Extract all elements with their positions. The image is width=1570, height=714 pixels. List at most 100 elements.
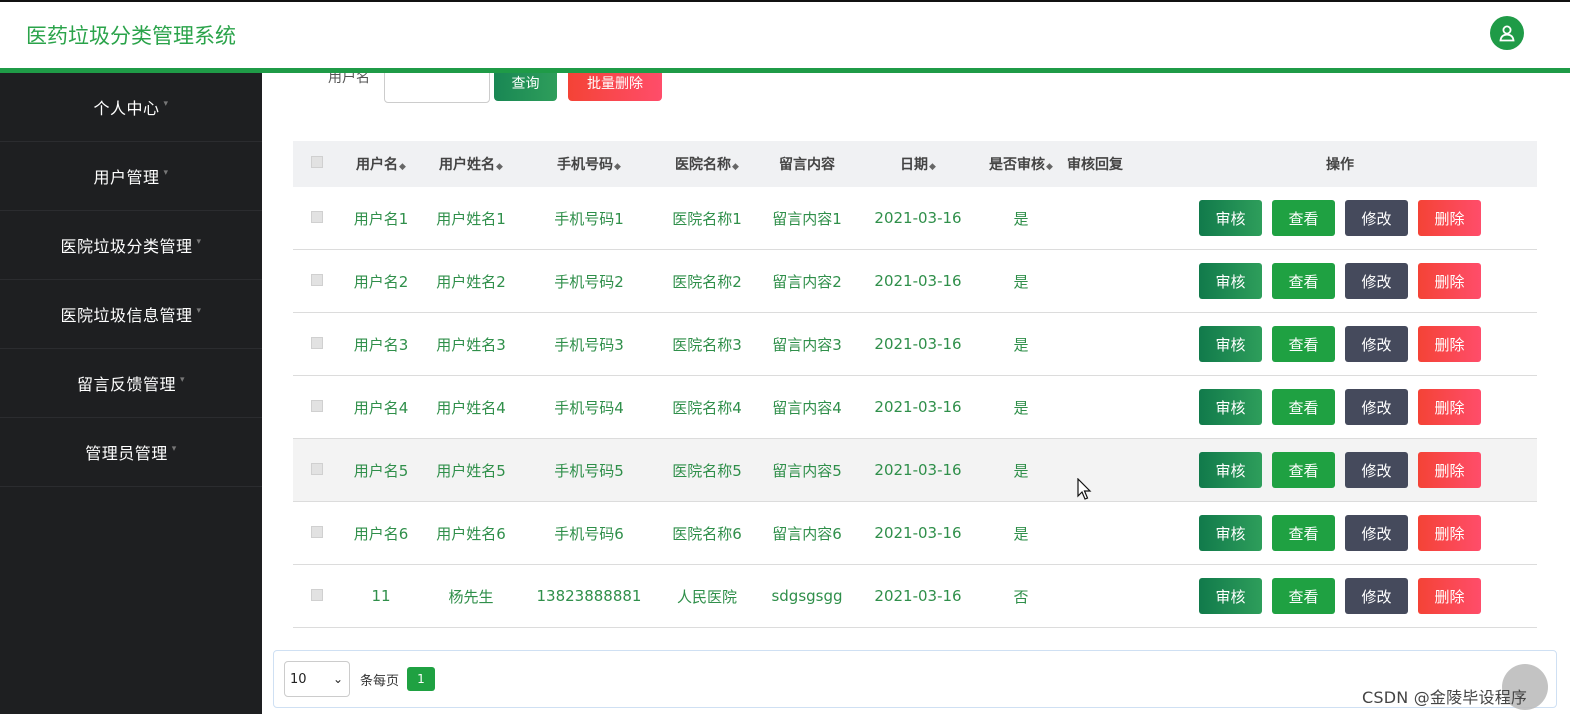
cell-audited: 否	[1013, 587, 1029, 606]
header-label: 用户名	[356, 157, 399, 173]
cell-message: 留言内容6	[772, 524, 842, 543]
username-search-input[interactable]	[384, 73, 490, 103]
select-all-checkbox[interactable]	[311, 156, 323, 168]
table-row: 用户名4 用户姓名4 手机号码4 医院名称4 留言内容4 2021-03-16 …	[293, 376, 1537, 439]
row-actions: 审核 查看 修改 删除	[1143, 578, 1537, 614]
audit-button[interactable]: 审核	[1199, 263, 1262, 299]
watermark: CSDN @金陵毕设程序	[1362, 688, 1528, 707]
row-checkbox[interactable]	[311, 400, 323, 412]
edit-button[interactable]: 修改	[1345, 515, 1408, 551]
edit-button[interactable]: 修改	[1345, 263, 1408, 299]
table-row: 用户名2 用户姓名2 手机号码2 医院名称2 留言内容2 2021-03-16 …	[293, 250, 1537, 313]
view-button[interactable]: 查看	[1272, 200, 1335, 236]
audit-button[interactable]: 审核	[1199, 200, 1262, 236]
cell-date: 2021-03-16	[874, 335, 962, 353]
edit-button[interactable]: 修改	[1345, 200, 1408, 236]
table-row: 11 杨先生 13823888881 人民医院 sdgsgsgg 2021-03…	[293, 565, 1537, 628]
audit-button[interactable]: 审核	[1199, 515, 1262, 551]
row-checkbox[interactable]	[311, 463, 323, 475]
cell-realname: 杨先生	[448, 587, 494, 606]
cell-username: 用户名5	[353, 461, 409, 480]
cell-hospital: 医院名称3	[672, 335, 742, 354]
page-size-value: 10	[290, 671, 307, 687]
row-checkbox[interactable]	[311, 211, 323, 223]
cell-realname: 用户姓名3	[436, 335, 506, 354]
row-select-cell	[293, 524, 341, 542]
edit-button[interactable]: 修改	[1345, 578, 1408, 614]
header-realname[interactable]: 用户姓名◆	[421, 154, 521, 174]
cell-date: 2021-03-16	[874, 209, 962, 227]
sidebar-item-personal-center[interactable]: 个人中心 ▾	[0, 73, 262, 142]
edit-button[interactable]: 修改	[1345, 452, 1408, 488]
header-label: 用户姓名	[439, 157, 496, 173]
page-button-current[interactable]: 1	[407, 667, 435, 691]
sidebar-item-admin[interactable]: 管理员管理 ▾	[0, 418, 262, 487]
batch-delete-button[interactable]: 批量删除	[568, 73, 662, 101]
cell-message: 留言内容5	[772, 461, 842, 480]
cell-username: 用户名3	[353, 335, 409, 354]
row-actions: 审核 查看 修改 删除	[1143, 452, 1537, 488]
sidebar-item-label: 医院垃圾分类管理	[60, 237, 193, 256]
cell-hospital: 人民医院	[676, 587, 737, 606]
view-button[interactable]: 查看	[1272, 578, 1335, 614]
edit-button[interactable]: 修改	[1345, 326, 1408, 362]
cell-username: 用户名4	[353, 398, 409, 417]
audit-button[interactable]: 审核	[1199, 452, 1262, 488]
sort-icon: ◆	[496, 162, 503, 172]
row-actions: 审核 查看 修改 删除	[1143, 200, 1537, 236]
delete-button[interactable]: 删除	[1418, 515, 1481, 551]
chevron-down-icon: ⌄	[332, 672, 343, 686]
header-hospital[interactable]: 医院名称◆	[657, 154, 757, 174]
sidebar: 个人中心 ▾ 用户管理 ▾ 医院垃圾分类管理 ▾ 医院垃圾信息管理 ▾ 留言反馈管理 ▾ …	[0, 73, 262, 714]
delete-button[interactable]: 删除	[1418, 578, 1481, 614]
sidebar-item-waste-info[interactable]: 医院垃圾信息管理 ▾	[0, 280, 262, 349]
sidebar-item-user-management[interactable]: 用户管理 ▾	[0, 142, 262, 211]
view-button[interactable]: 查看	[1272, 515, 1335, 551]
cell-message: 留言内容3	[772, 335, 842, 354]
header-username[interactable]: 用户名◆	[341, 154, 421, 174]
view-button[interactable]: 查看	[1272, 326, 1335, 362]
cell-phone: 13823888881	[536, 587, 642, 605]
view-button[interactable]: 查看	[1272, 389, 1335, 425]
cell-hospital: 医院名称6	[672, 524, 742, 543]
page-size-select[interactable]: 10 ⌄	[284, 661, 350, 697]
sort-icon: ◆	[399, 162, 406, 172]
delete-button[interactable]: 删除	[1418, 389, 1481, 425]
row-checkbox[interactable]	[311, 589, 323, 601]
delete-button[interactable]: 删除	[1418, 452, 1481, 488]
sidebar-item-feedback[interactable]: 留言反馈管理 ▾	[0, 349, 262, 418]
cell-audited: 是	[1013, 398, 1029, 417]
cell-realname: 用户姓名1	[436, 209, 506, 228]
cell-phone: 手机号码1	[554, 209, 624, 228]
view-button[interactable]: 查看	[1272, 263, 1335, 299]
header-label: 是否审核	[989, 157, 1046, 173]
user-avatar-button[interactable]	[1490, 16, 1524, 50]
header-date[interactable]: 日期◆	[857, 154, 979, 174]
main-content: 用户名 查询 批量删除 用户名◆ 用户姓名◆ 手机号码◆ 医院名称◆ 留言内容 …	[262, 73, 1570, 714]
delete-button[interactable]: 删除	[1418, 326, 1481, 362]
cell-realname: 用户姓名2	[436, 272, 506, 291]
row-select-cell	[293, 461, 341, 479]
view-button[interactable]: 查看	[1272, 452, 1335, 488]
row-actions: 审核 查看 修改 删除	[1143, 326, 1537, 362]
row-select-cell	[293, 272, 341, 290]
cell-message: 留言内容1	[772, 209, 842, 228]
delete-button[interactable]: 删除	[1418, 200, 1481, 236]
row-checkbox[interactable]	[311, 526, 323, 538]
row-checkbox[interactable]	[311, 274, 323, 286]
audit-button[interactable]: 审核	[1199, 578, 1262, 614]
top-bar: 医药垃圾分类管理系统	[0, 0, 1570, 68]
audit-button[interactable]: 审核	[1199, 389, 1262, 425]
header-phone[interactable]: 手机号码◆	[521, 154, 657, 174]
row-select-cell	[293, 587, 341, 605]
query-button[interactable]: 查询	[494, 73, 557, 101]
sidebar-item-waste-classification[interactable]: 医院垃圾分类管理 ▾	[0, 211, 262, 280]
audit-button[interactable]: 审核	[1199, 326, 1262, 362]
cell-phone: 手机号码4	[554, 398, 624, 417]
table-header: 用户名◆ 用户姓名◆ 手机号码◆ 医院名称◆ 留言内容 日期◆ 是否审核◆ 审核…	[293, 141, 1537, 187]
header-audited[interactable]: 是否审核◆	[979, 154, 1063, 174]
delete-button[interactable]: 删除	[1418, 263, 1481, 299]
row-checkbox[interactable]	[311, 337, 323, 349]
edit-button[interactable]: 修改	[1345, 389, 1408, 425]
cell-audited: 是	[1013, 335, 1029, 354]
